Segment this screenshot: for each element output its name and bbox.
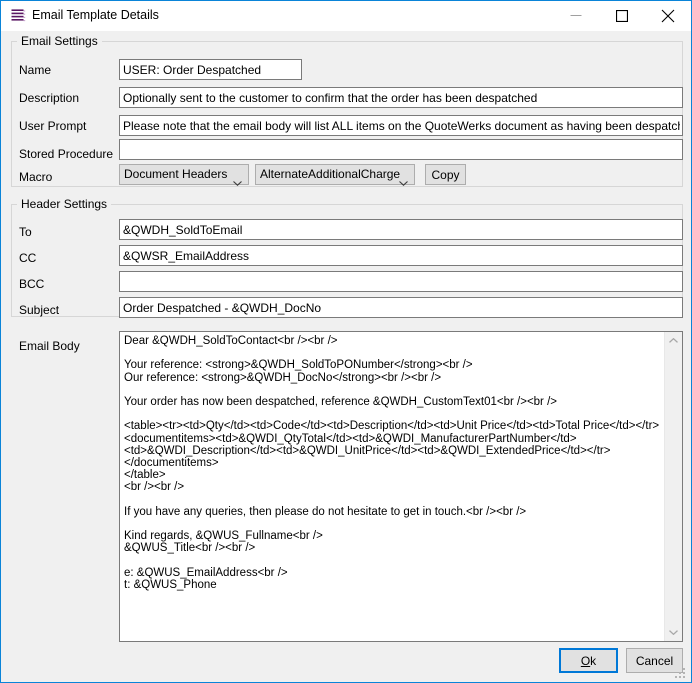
cancel-button-label: Cancel bbox=[636, 654, 673, 668]
ok-button-accel: O bbox=[581, 654, 590, 668]
to-label: To bbox=[19, 225, 32, 240]
macro-category-combo[interactable]: Document Headers bbox=[119, 164, 249, 185]
description-input[interactable] bbox=[119, 87, 683, 108]
cc-label: CC bbox=[19, 251, 36, 266]
subject-input[interactable] bbox=[119, 297, 683, 318]
bcc-input[interactable] bbox=[119, 271, 683, 292]
resize-grip[interactable] bbox=[675, 667, 687, 679]
name-input[interactable] bbox=[119, 59, 302, 80]
maximize-button[interactable] bbox=[599, 1, 645, 30]
title-bar: Email Template Details bbox=[1, 1, 691, 31]
scroll-down-arrow-icon[interactable] bbox=[665, 624, 682, 641]
name-label: Name bbox=[19, 63, 51, 78]
email-body-label: Email Body bbox=[19, 339, 80, 354]
description-label: Description bbox=[19, 91, 79, 106]
user-prompt-label: User Prompt bbox=[19, 119, 86, 134]
user-prompt-input[interactable] bbox=[119, 115, 683, 136]
macro-field-value: AlternateAdditionalCharge bbox=[260, 167, 400, 182]
bcc-label: BCC bbox=[19, 277, 44, 292]
email-body-content: Dear &QWDH_SoldToContact<br /><br /> You… bbox=[124, 335, 662, 591]
chevron-down-icon bbox=[233, 173, 242, 178]
email-template-details-window: Email Template Details Email Settings Na… bbox=[0, 0, 692, 683]
close-button[interactable] bbox=[645, 1, 691, 30]
subject-label: Subject bbox=[19, 303, 59, 318]
minimize-button[interactable] bbox=[553, 1, 599, 30]
window-title: Email Template Details bbox=[32, 7, 159, 24]
cc-input[interactable] bbox=[119, 245, 683, 266]
email-body-scrollbar[interactable] bbox=[664, 332, 682, 641]
copy-macro-button[interactable]: Copy bbox=[425, 164, 466, 185]
stored-procedure-label: Stored Procedure bbox=[19, 147, 113, 162]
stored-procedure-input[interactable] bbox=[119, 139, 683, 160]
ok-button-label: k bbox=[590, 654, 596, 668]
macro-category-value: Document Headers bbox=[124, 167, 227, 182]
to-input[interactable] bbox=[119, 219, 683, 240]
chevron-down-icon bbox=[399, 173, 408, 178]
list-lines-icon bbox=[9, 7, 27, 24]
email-body-textarea[interactable]: Dear &QWDH_SoldToContact<br /><br /> You… bbox=[119, 331, 683, 642]
email-settings-legend: Email Settings bbox=[17, 34, 102, 48]
header-settings-legend: Header Settings bbox=[17, 197, 111, 211]
macro-field-combo[interactable]: AlternateAdditionalCharge bbox=[255, 164, 415, 185]
scroll-up-arrow-icon[interactable] bbox=[665, 332, 682, 349]
macro-label: Macro bbox=[19, 170, 52, 185]
ok-button[interactable]: Ok bbox=[559, 648, 618, 673]
